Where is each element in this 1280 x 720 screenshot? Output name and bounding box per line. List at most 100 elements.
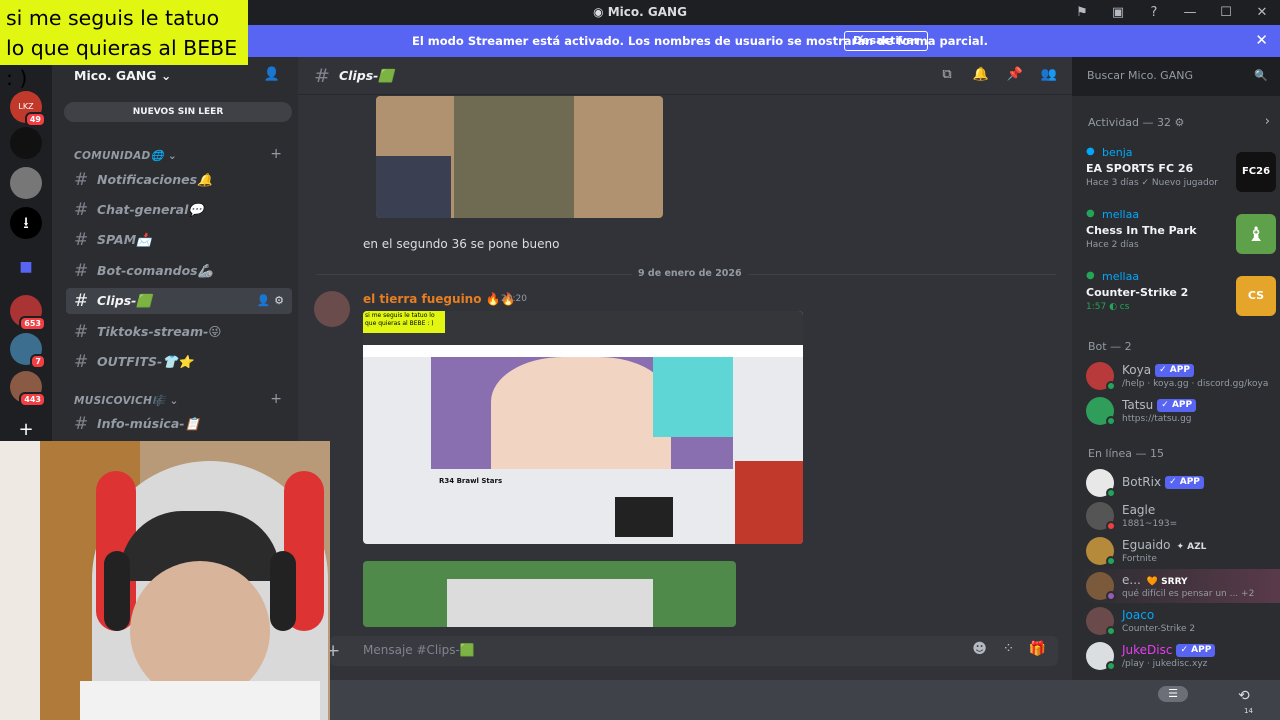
game-icon: ● — [1086, 270, 1095, 281]
cyan-background — [653, 357, 733, 437]
channel-label: Bot-comandos🦾 — [97, 263, 214, 278]
game-art: FC26 — [1236, 152, 1276, 192]
activity-card[interactable]: ● mellaa Counter-Strike 2 1:57 ◐ cs CS — [1080, 270, 1276, 322]
category-musicovich[interactable]: MUSICOVICH🎼 ⌄ — [74, 394, 179, 407]
status-dot — [1106, 556, 1116, 566]
member-item[interactable]: Eagle 1881~193= — [1086, 499, 1276, 533]
members-icon[interactable]: 👥 — [1032, 67, 1066, 82]
channel-title: Clips-🟩 — [339, 68, 394, 83]
avatar[interactable] — [314, 291, 350, 327]
download-icon[interactable]: ⭳ — [10, 207, 42, 239]
deactivate-button[interactable]: Desactivar — [844, 31, 929, 51]
create-channel-icon[interactable]: + — [270, 146, 282, 162]
folder-icon[interactable]: ■ — [10, 251, 42, 283]
member-item[interactable]: Joaco Counter-Strike 2 — [1086, 604, 1276, 638]
member-name: Eguaido ✦ AZL — [1122, 538, 1206, 552]
apps-icon[interactable]: ⁘ — [994, 641, 1023, 657]
close-icon[interactable]: ✕ — [1255, 31, 1268, 49]
server-icon[interactable] — [10, 127, 42, 159]
history-icon[interactable]: ⟲ — [1238, 688, 1250, 704]
hash-icon: # — [314, 65, 330, 87]
header-toolbar: ⧉ 🔔 📌 👥 — [930, 67, 1066, 82]
member-item[interactable]: Eguaido ✦ AZL Fortnite — [1086, 534, 1276, 568]
member-item[interactable]: Koya ✓ APP /help · koya.gg · discord.gg/k… — [1086, 359, 1276, 393]
status-dot — [1106, 488, 1116, 498]
channel-label: Info-música-📋 — [97, 416, 201, 431]
channel-spam[interactable]: # SPAM📩 — [66, 227, 292, 253]
server-icon[interactable]: 7 — [10, 333, 46, 369]
hash-icon: # — [74, 170, 89, 190]
channel-tiktoks-stream[interactable]: # Tiktoks-stream-😜 — [66, 319, 292, 345]
emoji-icon[interactable]: ☻ — [965, 641, 994, 657]
headphone-left — [104, 551, 130, 631]
server-icon[interactable] — [10, 167, 42, 199]
hash-icon: # — [74, 352, 89, 372]
search-input[interactable]: Buscar Mico. GANG 🔍 — [1078, 65, 1276, 87]
member-status: 1881~193= — [1122, 519, 1178, 529]
server-icon[interactable]: 653 — [10, 295, 46, 331]
member-name: BotRix ✓ APP — [1122, 475, 1204, 489]
channel-notificaciones[interactable]: # Notificaciones🔔 — [66, 167, 292, 193]
inbox-icon[interactable]: ▣ — [1100, 5, 1136, 20]
activity-game: Counter-Strike 2 — [1086, 286, 1189, 299]
mention-badge: 443 — [19, 392, 46, 407]
channel-bot-comandos[interactable]: # Bot-comandos🦾 — [66, 258, 292, 284]
activity-card[interactable]: ● benja EA SPORTS FC 26 Hace 3 días ✓ Nu… — [1080, 146, 1276, 198]
facebook-bar — [363, 345, 803, 357]
channel-clips[interactable]: # Clips-🟩 👤 ⚙ — [66, 288, 292, 314]
server-icon[interactable]: 443 — [10, 371, 46, 407]
hash-icon: # — [74, 322, 89, 342]
new-unread-pill[interactable]: NUEVOS SIN LEER — [64, 102, 292, 122]
activity-meta: Hace 2 días — [1086, 240, 1139, 250]
activity-user: mellaa — [1102, 208, 1140, 221]
webcam-feed — [0, 441, 330, 720]
app-badge: ✓ APP — [1155, 364, 1194, 377]
member-item[interactable]: Tatsu ✓ APP https://tatsu.gg — [1086, 394, 1276, 428]
maximize-icon[interactable]: ☐ — [1208, 5, 1244, 20]
status-dot — [1106, 521, 1116, 531]
face — [130, 561, 270, 701]
member-item[interactable]: JukeDisc ✓ APP /play · jukedisc.xyz — [1086, 639, 1276, 673]
server-icon-lkz[interactable]: LKZ 49 — [10, 91, 46, 127]
clan-tag: 🧡 SRRY — [1146, 577, 1188, 587]
activity-header: Actividad — 32 ⚙ — [1088, 116, 1185, 129]
clan-tag: ✦ AZL — [1176, 542, 1207, 552]
composer-placeholder: Mensaje #Clips-🟩 — [363, 643, 475, 657]
channel-chat-general[interactable]: # Chat-general💬 — [66, 197, 292, 223]
help-icon[interactable]: ? — [1136, 5, 1172, 20]
member-item[interactable]: e... 🧡 SRRY qué difícil es pensar un ... … — [1080, 569, 1280, 603]
minimize-icon[interactable]: — — [1172, 5, 1208, 20]
activity-meta: 1:57 ◐ cs — [1086, 302, 1130, 312]
member-item[interactable]: BotRix ✓ APP — [1086, 466, 1276, 500]
channel-outfits[interactable]: # OUTFITS-👕⭐ — [66, 349, 292, 375]
search-placeholder: Buscar Mico. GANG — [1087, 69, 1193, 82]
threads-icon[interactable]: ⧉ — [930, 67, 964, 82]
category-comunidad[interactable]: COMUNIDAD🌐 ⌄ — [74, 149, 177, 162]
member-name-text: e... — [1122, 573, 1141, 587]
image-attachment[interactable] — [363, 561, 736, 627]
streamer-mode-banner: El modo Streamer está activado. Los nomb… — [248, 25, 1280, 57]
pin-icon[interactable]: 📌 — [998, 67, 1032, 82]
channel-label: OUTFITS-👕⭐ — [97, 354, 194, 369]
channel-label: Clips-🟩 — [97, 293, 152, 308]
channel-settings-icons[interactable]: 👤 ⚙ — [257, 288, 284, 314]
wall — [0, 441, 40, 720]
channel-info-musica[interactable]: # Info-música-📋 — [66, 411, 292, 437]
close-window-icon[interactable]: ✕ — [1244, 5, 1280, 20]
bell-icon[interactable]: 🔔 — [964, 67, 998, 82]
cover-image — [431, 357, 733, 469]
flag-icon[interactable]: ⚑ — [1064, 5, 1100, 20]
clip-thumbnail[interactable] — [376, 96, 663, 218]
soldier-figure — [454, 96, 574, 218]
member-name-text: BotRix — [1122, 475, 1162, 489]
chat-bubble-icon[interactable]: ☰ — [1158, 686, 1188, 702]
activity-card[interactable]: ● mellaa Chess In The Park Hace 2 días ♝ — [1080, 208, 1276, 260]
shirt — [80, 681, 320, 720]
gift-icon[interactable]: 🎁 — [1023, 641, 1052, 657]
chevron-right-icon[interactable]: › — [1265, 114, 1270, 129]
image-attachment[interactable]: si me seguis le tatuo lo que quieras al … — [363, 311, 803, 544]
message-composer[interactable]: + Mensaje #Clips-🟩 ☻ ⁘ 🎁 — [326, 636, 1058, 666]
message-author[interactable]: el tierra fueguino 🔥🔥 — [363, 292, 516, 306]
invite-people-icon[interactable]: 👤 — [264, 67, 280, 82]
create-channel-icon[interactable]: + — [270, 391, 282, 407]
